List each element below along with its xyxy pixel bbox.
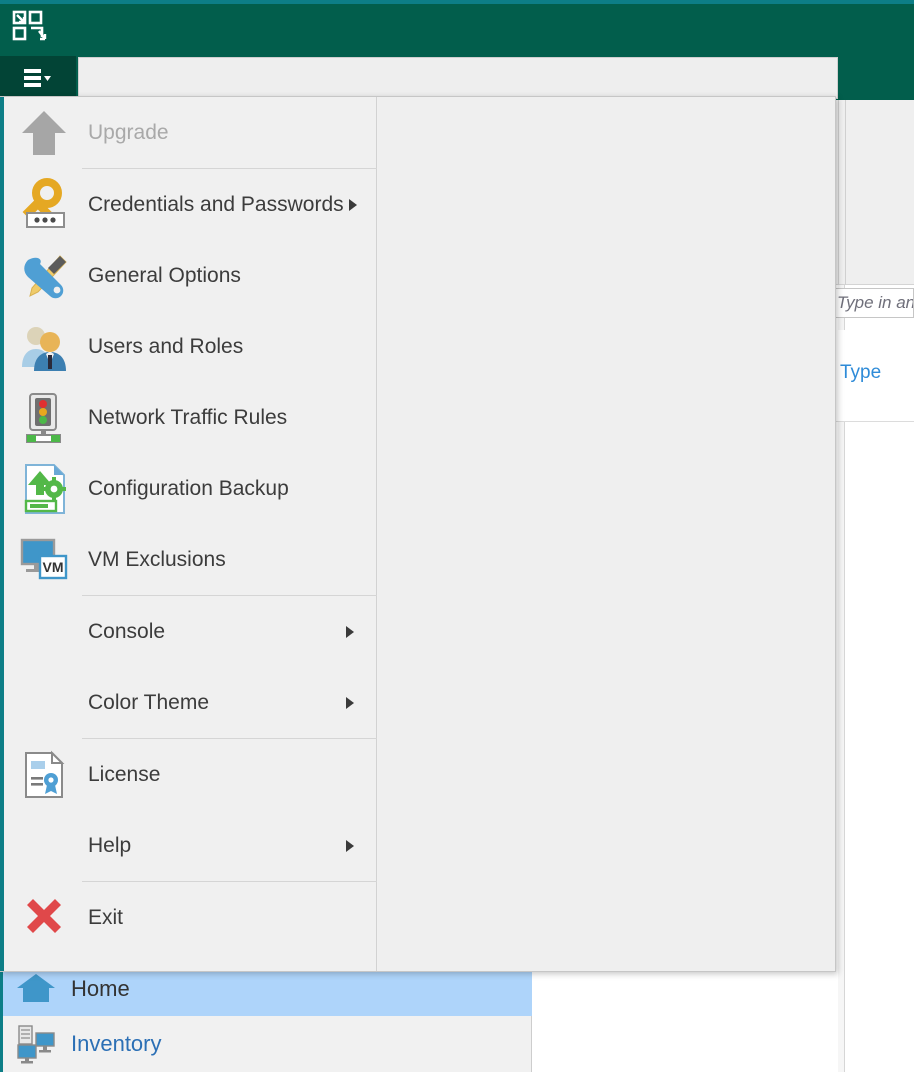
key-password-icon bbox=[16, 177, 72, 233]
inventory-computers-icon bbox=[13, 1023, 59, 1065]
menu-item-label: Upgrade bbox=[88, 120, 169, 144]
menu-item-label: Console bbox=[88, 619, 166, 643]
menu-item-label: Color Theme bbox=[88, 690, 209, 714]
panel-divider-right bbox=[845, 100, 846, 285]
column-header-type[interactable]: Type bbox=[840, 362, 881, 384]
application-window: Type in an object name to search for Typ… bbox=[0, 0, 914, 1072]
hamburger-menu-icon bbox=[24, 68, 52, 88]
main-menu-button[interactable] bbox=[0, 56, 76, 100]
traffic-light-icon bbox=[16, 390, 72, 446]
window-title-bar bbox=[0, 4, 914, 56]
panel-divider-left bbox=[838, 100, 839, 285]
menu-item-users-and-roles[interactable]: Users and Roles bbox=[4, 311, 377, 382]
sidebar-item-inventory[interactable]: Inventory bbox=[3, 1017, 532, 1071]
main-menu-dropdown: Upgrade Credentials and Passwords Genera… bbox=[0, 96, 836, 972]
home-icon bbox=[13, 968, 59, 1010]
menu-preview-pane bbox=[378, 97, 835, 971]
menu-item-console[interactable]: Console bbox=[4, 596, 377, 667]
chevron-right-icon bbox=[344, 198, 362, 211]
menu-item-network-traffic-rules[interactable]: Network Traffic Rules bbox=[4, 382, 377, 453]
users-roles-icon bbox=[16, 319, 72, 375]
menu-item-label: Network Traffic Rules bbox=[88, 405, 288, 429]
menu-item-upgrade: Upgrade bbox=[4, 97, 377, 168]
menu-item-configuration-backup[interactable]: Configuration Backup bbox=[4, 453, 377, 524]
menu-item-label: General Options bbox=[88, 263, 241, 287]
menu-item-label: VM Exclusions bbox=[88, 547, 226, 571]
menu-item-label: Users and Roles bbox=[88, 334, 244, 358]
license-certificate-icon bbox=[16, 747, 72, 803]
exit-x-icon bbox=[16, 890, 72, 946]
menu-item-credentials-and-passwords[interactable]: Credentials and Passwords bbox=[4, 169, 377, 240]
menu-item-color-theme[interactable]: Color Theme bbox=[4, 667, 377, 738]
veeam-logo-icon bbox=[9, 7, 53, 49]
menu-item-label: Exit bbox=[88, 905, 124, 929]
menu-item-vm-exclusions[interactable]: VM VM Exclusions bbox=[4, 524, 377, 595]
navigation-panel: Home Inventory bbox=[0, 962, 532, 1072]
menu-item-label: Help bbox=[88, 833, 132, 857]
menu-items-pane: Upgrade Credentials and Passwords Genera… bbox=[4, 97, 377, 971]
menu-item-help[interactable]: Help bbox=[4, 810, 377, 881]
vm-exclusions-icon: VM bbox=[16, 532, 72, 588]
svg-text:VM: VM bbox=[43, 559, 64, 575]
menu-item-license[interactable]: License bbox=[4, 739, 377, 810]
menu-item-label: Configuration Backup bbox=[88, 476, 289, 500]
menu-item-label: Credentials and Passwords bbox=[88, 192, 344, 216]
sidebar-item-label: Inventory bbox=[71, 1031, 162, 1056]
chevron-right-icon bbox=[341, 625, 359, 638]
ribbon-content-strip bbox=[78, 57, 838, 99]
wrench-screwdriver-icon bbox=[16, 248, 72, 304]
chevron-right-icon bbox=[341, 696, 359, 709]
menu-item-label: License bbox=[88, 762, 161, 786]
upgrade-arrow-icon bbox=[16, 105, 72, 161]
sidebar-item-label: Home bbox=[71, 976, 130, 1001]
chevron-right-icon bbox=[341, 839, 359, 852]
configuration-backup-icon bbox=[16, 461, 72, 517]
menu-item-general-options[interactable]: General Options bbox=[4, 240, 377, 311]
menu-item-exit[interactable]: Exit bbox=[4, 882, 377, 953]
